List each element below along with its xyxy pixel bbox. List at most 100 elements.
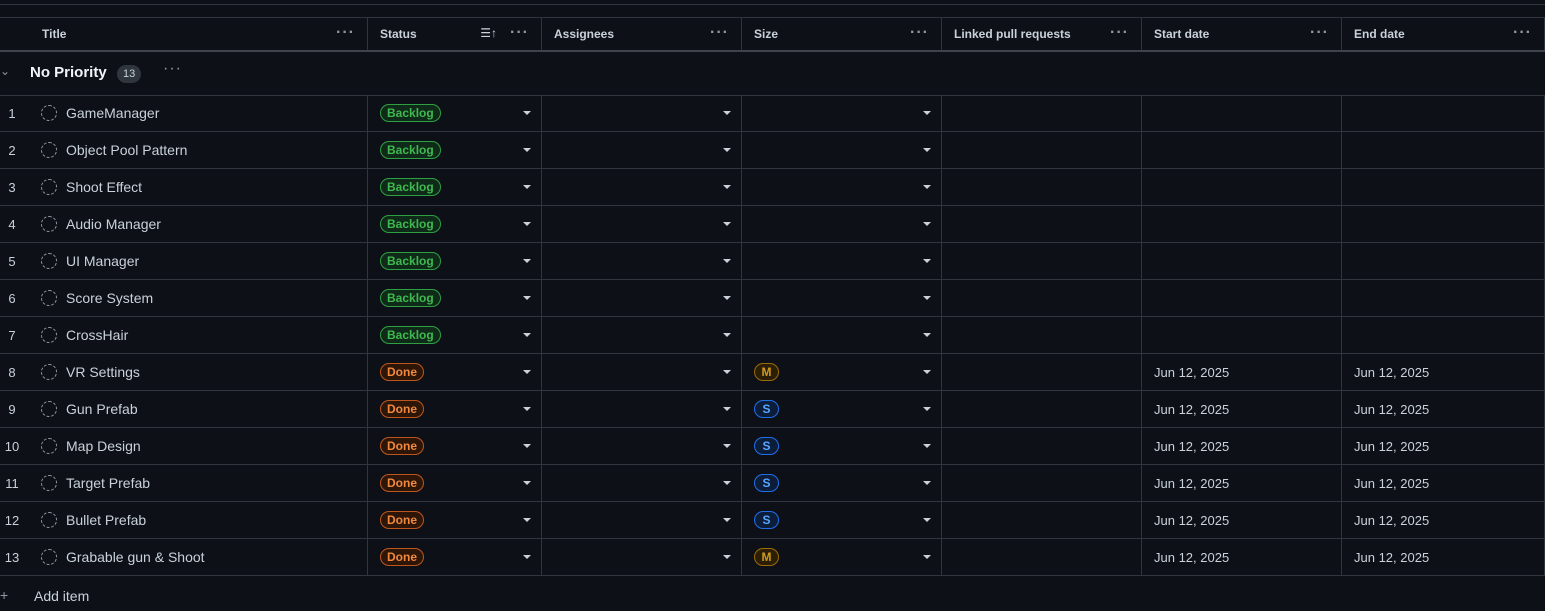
chevron-down-icon[interactable] — [523, 555, 531, 559]
chevron-down-icon[interactable] — [723, 185, 731, 189]
column-menu-icon[interactable]: ··· — [910, 24, 929, 42]
size-cell[interactable] — [742, 280, 942, 316]
table-row[interactable]: 6 Score System Backlog — [0, 280, 1545, 317]
chevron-down-icon[interactable] — [723, 481, 731, 485]
column-header-title[interactable]: Title ··· — [0, 18, 368, 50]
size-cell[interactable]: S — [742, 465, 942, 501]
chevron-down-icon[interactable] — [923, 518, 931, 522]
table-row[interactable]: 11 Target Prefab Done S Jun 12, 2025 Jun… — [0, 465, 1545, 502]
title-cell[interactable]: 11 Target Prefab — [0, 465, 368, 501]
status-cell[interactable]: Done — [368, 428, 542, 464]
chevron-down-icon[interactable] — [923, 185, 931, 189]
size-cell[interactable]: M — [742, 354, 942, 390]
table-row[interactable]: 9 Gun Prefab Done S Jun 12, 2025 Jun 12,… — [0, 391, 1545, 428]
end-date-cell[interactable] — [1342, 132, 1545, 168]
item-title[interactable]: Audio Manager — [66, 216, 161, 232]
assignees-cell[interactable] — [542, 169, 742, 205]
chevron-down-icon[interactable] — [723, 296, 731, 300]
add-item-label[interactable]: Add item — [34, 588, 89, 604]
add-item-row[interactable]: + Add item — [0, 583, 1545, 611]
assignees-cell[interactable] — [542, 391, 742, 427]
chevron-down-icon[interactable] — [923, 444, 931, 448]
item-title[interactable]: Grabable gun & Shoot — [66, 549, 205, 565]
title-cell[interactable]: 2 Object Pool Pattern — [0, 132, 368, 168]
title-cell[interactable]: 7 CrossHair — [0, 317, 368, 353]
title-cell[interactable]: 1 GameManager — [0, 95, 368, 131]
column-menu-icon[interactable]: ··· — [710, 24, 729, 42]
title-cell[interactable]: 12 Bullet Prefab — [0, 502, 368, 538]
status-cell[interactable]: Done — [368, 391, 542, 427]
status-cell[interactable]: Done — [368, 502, 542, 538]
chevron-down-icon[interactable] — [723, 333, 731, 337]
start-date-cell[interactable]: Jun 12, 2025 — [1142, 465, 1342, 501]
status-cell[interactable]: Backlog — [368, 95, 542, 131]
size-cell[interactable]: S — [742, 428, 942, 464]
column-header-size[interactable]: Size ··· — [742, 18, 942, 50]
title-cell[interactable]: 10 Map Design — [0, 428, 368, 464]
chevron-down-icon[interactable] — [923, 111, 931, 115]
end-date-cell[interactable]: Jun 12, 2025 — [1342, 354, 1545, 390]
assignees-cell[interactable] — [542, 243, 742, 279]
table-row[interactable]: 10 Map Design Done S Jun 12, 2025 Jun 12… — [0, 428, 1545, 465]
start-date-cell[interactable]: Jun 12, 2025 — [1142, 354, 1342, 390]
table-row[interactable]: 3 Shoot Effect Backlog — [0, 169, 1545, 206]
start-date-cell[interactable]: Jun 12, 2025 — [1142, 428, 1342, 464]
assignees-cell[interactable] — [542, 428, 742, 464]
chevron-down-icon[interactable] — [523, 518, 531, 522]
chevron-down-icon[interactable] — [923, 481, 931, 485]
sort-ascending-icon[interactable]: ☰↑ — [480, 26, 497, 40]
chevron-down-icon[interactable] — [523, 296, 531, 300]
end-date-cell[interactable] — [1342, 95, 1545, 131]
size-cell[interactable] — [742, 132, 942, 168]
chevron-down-icon[interactable] — [923, 148, 931, 152]
end-date-cell[interactable]: Jun 12, 2025 — [1342, 539, 1545, 575]
assignees-cell[interactable] — [542, 502, 742, 538]
status-cell[interactable]: Backlog — [368, 243, 542, 279]
size-cell[interactable]: S — [742, 391, 942, 427]
end-date-cell[interactable]: Jun 12, 2025 — [1342, 428, 1545, 464]
table-row[interactable]: 13 Grabable gun & Shoot Done M Jun 12, 2… — [0, 539, 1545, 576]
chevron-down-icon[interactable] — [723, 555, 731, 559]
status-cell[interactable]: Backlog — [368, 169, 542, 205]
title-cell[interactable]: 13 Grabable gun & Shoot — [0, 539, 368, 575]
assignees-cell[interactable] — [542, 465, 742, 501]
collapse-chevron-icon[interactable]: ⌄ — [0, 64, 10, 78]
item-title[interactable]: Object Pool Pattern — [66, 142, 187, 158]
item-title[interactable]: Shoot Effect — [66, 179, 142, 195]
chevron-down-icon[interactable] — [523, 259, 531, 263]
title-cell[interactable]: 6 Score System — [0, 280, 368, 316]
title-cell[interactable]: 5 UI Manager — [0, 243, 368, 279]
chevron-down-icon[interactable] — [923, 333, 931, 337]
column-header-start-date[interactable]: Start date ··· — [1142, 18, 1342, 50]
end-date-cell[interactable]: Jun 12, 2025 — [1342, 465, 1545, 501]
item-title[interactable]: Bullet Prefab — [66, 512, 146, 528]
assignees-cell[interactable] — [542, 132, 742, 168]
start-date-cell[interactable]: Jun 12, 2025 — [1142, 391, 1342, 427]
chevron-down-icon[interactable] — [523, 222, 531, 226]
chevron-down-icon[interactable] — [723, 444, 731, 448]
chevron-down-icon[interactable] — [523, 333, 531, 337]
status-cell[interactable]: Backlog — [368, 132, 542, 168]
end-date-cell[interactable] — [1342, 169, 1545, 205]
table-row[interactable]: 1 GameManager Backlog — [0, 95, 1545, 132]
end-date-cell[interactable] — [1342, 243, 1545, 279]
item-title[interactable]: CrossHair — [66, 327, 128, 343]
status-cell[interactable]: Done — [368, 465, 542, 501]
size-cell[interactable] — [742, 243, 942, 279]
chevron-down-icon[interactable] — [523, 407, 531, 411]
chevron-down-icon[interactable] — [923, 259, 931, 263]
end-date-cell[interactable] — [1342, 280, 1545, 316]
title-cell[interactable]: 4 Audio Manager — [0, 206, 368, 242]
size-cell[interactable] — [742, 95, 942, 131]
chevron-down-icon[interactable] — [723, 222, 731, 226]
assignees-cell[interactable] — [542, 206, 742, 242]
assignees-cell[interactable] — [542, 317, 742, 353]
status-cell[interactable]: Backlog — [368, 317, 542, 353]
assignees-cell[interactable] — [542, 539, 742, 575]
item-title[interactable]: UI Manager — [66, 253, 139, 269]
table-row[interactable]: 7 CrossHair Backlog — [0, 317, 1545, 354]
end-date-cell[interactable] — [1342, 206, 1545, 242]
item-title[interactable]: Target Prefab — [66, 475, 150, 491]
chevron-down-icon[interactable] — [723, 111, 731, 115]
chevron-down-icon[interactable] — [923, 555, 931, 559]
